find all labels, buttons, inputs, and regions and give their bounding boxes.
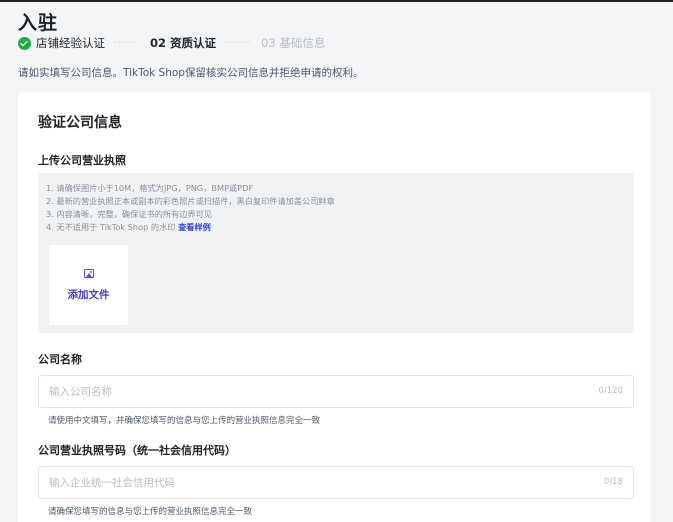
char-counter: 0/120 (598, 386, 624, 396)
license-number-input[interactable] (39, 467, 579, 498)
license-number-hint: 请确保您填写的信息与您上传的营业执照信息完全一致 (48, 507, 253, 517)
upload-rules: 1. 请确保图片小于10M，格式为JPG，PNG，BMP或PDF 2. 最新的营… (46, 182, 335, 234)
upload-rule: 4. 无不适用于 TikTok Shop 的水印 (46, 222, 176, 232)
upload-rule: 3. 内容清晰，完整，确保证书的所有边界可见 (46, 209, 212, 219)
company-name-hint: 请使用中文填写，并确保您填写的信息与您上传的营业执照信息完全一致 (48, 416, 321, 426)
card-title: 验证公司信息 (38, 115, 122, 131)
step-basic-info: 03 基础信息 (261, 36, 326, 50)
company-info-card: 验证公司信息 上传公司营业执照 1. 请确保图片小于10M，格式为JPG，PNG… (18, 92, 651, 522)
view-example-link[interactable]: 查看样例 (178, 222, 211, 232)
company-name-field: 0/120 (38, 375, 634, 408)
char-counter: 0/18 (603, 477, 623, 487)
license-upload-area: 1. 请确保图片小于10M，格式为JPG，PNG，BMP或PDF 2. 最新的营… (38, 173, 634, 333)
upload-rule-row: 4. 无不适用于 TikTok Shop 的水印 查看样例 (46, 221, 335, 234)
intro-text: 请如实填写公司信息。TikTok Shop保留核实公司信息并拒绝申请的权利。 (18, 67, 364, 79)
step-divider: ······· (114, 38, 142, 48)
step-divider: ······· (225, 38, 253, 48)
progress-steps: 店铺经验认证 ······· 02 资质认证 ······· 03 基础信息 (18, 35, 325, 51)
license-upload-label: 上传公司营业执照 (38, 154, 126, 167)
add-file-label: 添加文件 (67, 288, 110, 301)
license-number-field: 0/18 (38, 466, 634, 499)
page-title: 入驻 (18, 12, 59, 34)
license-number-label: 公司营业执照号码（统一社会信用代码） (38, 444, 236, 457)
onboarding-page: 入驻 店铺经验认证 ······· 02 资质认证 ······· 03 基础信… (0, 0, 673, 522)
image-icon (83, 268, 94, 278)
upload-rule: 2. 最新的营业执照正本或副本的彩色照片或扫描件，黑白复印件请加盖公司鲜章 (46, 196, 335, 206)
company-name-input[interactable] (39, 376, 579, 407)
step-qualification[interactable]: 02 资质认证 (150, 35, 216, 51)
add-file-button[interactable]: 添加文件 (49, 245, 128, 325)
check-circle-icon (18, 36, 31, 50)
upload-rule: 1. 请确保图片小于10M，格式为JPG，PNG，BMP或PDF (46, 183, 254, 193)
company-name-label: 公司名称 (38, 353, 82, 366)
step-store-verification[interactable]: 店铺经验认证 (36, 35, 105, 51)
